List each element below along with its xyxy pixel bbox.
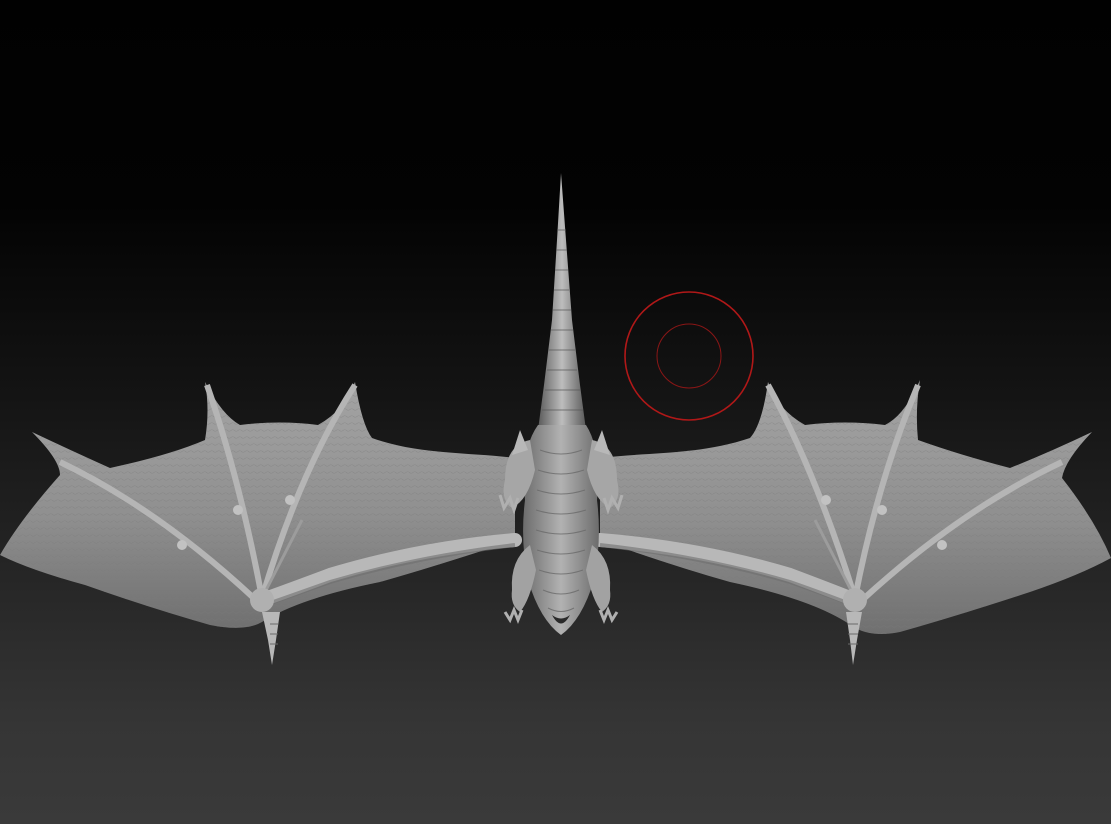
- sculpt-viewport-canvas[interactable]: [0, 0, 1111, 824]
- dragon-tail: [538, 173, 586, 430]
- left-wing: [0, 382, 522, 665]
- dragon-model[interactable]: [0, 0, 1111, 824]
- right-wing: [593, 380, 1111, 665]
- dragon-body: [523, 425, 599, 635]
